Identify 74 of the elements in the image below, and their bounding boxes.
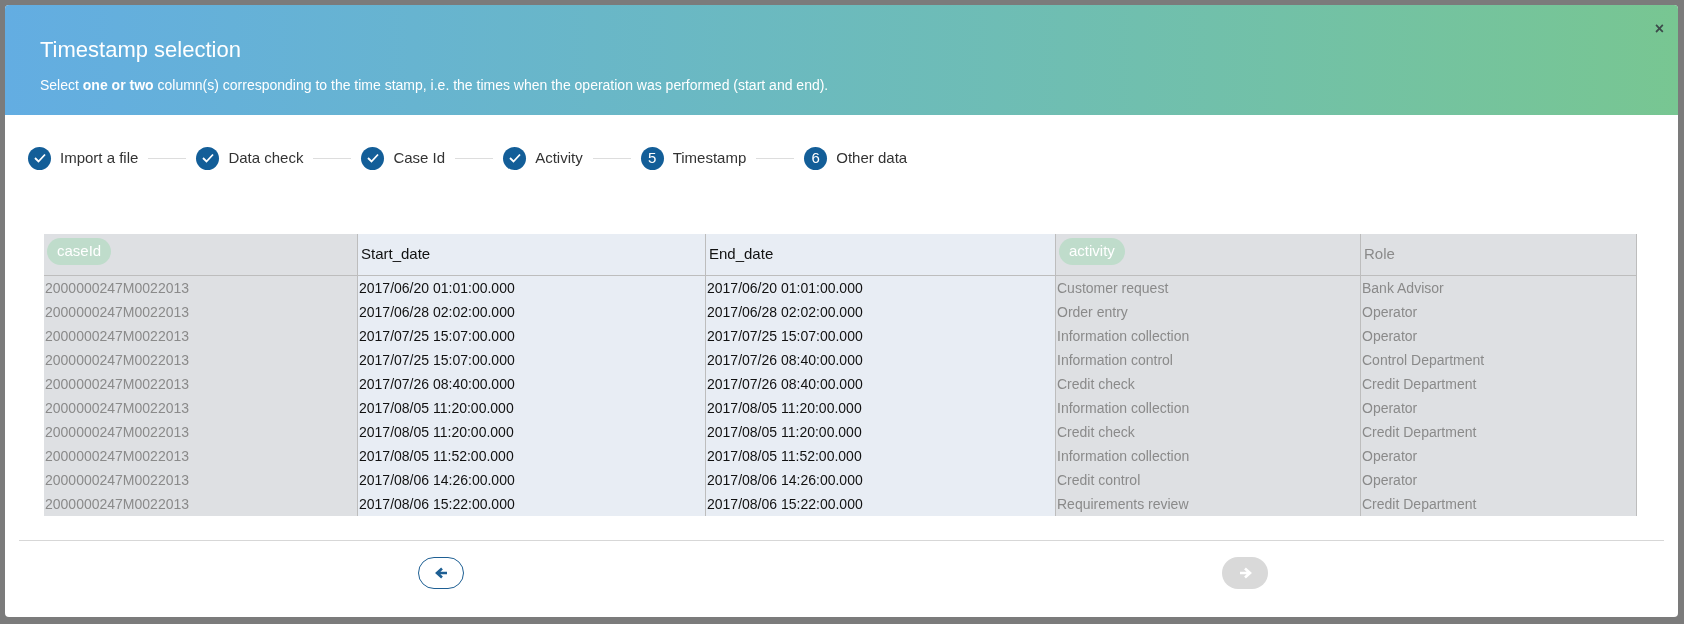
table-cell-text: 2017/06/20 01:01:00.000 — [358, 279, 516, 298]
table-cell-text: Operator — [1361, 447, 1419, 466]
table-cell-text: Credit Department — [1361, 495, 1478, 514]
table-cell-text: 2000000247M0022013 — [44, 423, 191, 442]
table-cell-text: Credit check — [1056, 375, 1136, 394]
table-cell-text: Operator — [1361, 399, 1419, 418]
table-cell-text: 2000000247M0022013 — [44, 303, 191, 322]
column-tag: activity — [1059, 238, 1125, 265]
table-cell-text: 2017/08/05 11:20:00.000 — [706, 399, 863, 418]
arrow-right-icon — [1238, 567, 1252, 579]
table-cell-text: Information control — [1056, 351, 1174, 370]
arrow-left-icon — [434, 567, 448, 579]
table-cell-text: Information collection — [1056, 399, 1191, 418]
table-column[interactable] — [706, 234, 1056, 516]
table-cell-text: 2000000247M0022013 — [44, 447, 191, 466]
table-cell-text: 2017/06/20 01:01:00.000 — [706, 279, 864, 298]
table-cell-text: 2000000247M0022013 — [44, 279, 191, 298]
table-cell-text: Bank Advisor — [1361, 279, 1445, 298]
table-cell-text: Operator — [1361, 327, 1419, 346]
column-tag: caseId — [47, 238, 112, 265]
table-cell-text: Control Department — [1361, 351, 1486, 370]
table-cell-text: 2017/08/06 15:22:00.000 — [706, 495, 864, 514]
table-cell-text: 2000000247M0022013 — [44, 495, 191, 514]
table-cell-text: 2000000247M0022013 — [44, 471, 191, 490]
table-column[interactable]: Role Bank Advisor Operator Operator Control Department Credit Department Operator Credit Department Operator Operator Credit Department — [1361, 234, 1637, 516]
table-cell-text: 2017/06/28 02:02:00.000 — [358, 303, 516, 322]
table-cell-text: Credit check — [1056, 423, 1136, 442]
table-cell-text: 2000000247M0022013 — [44, 351, 191, 370]
table-column[interactable] — [358, 234, 706, 516]
dialog-title: Timestamp selection — [40, 36, 242, 64]
step-label: Data check — [228, 147, 304, 168]
table-cell-text: 2017/08/05 11:20:00.000 — [358, 423, 515, 442]
table-cell-text: 2017/07/26 08:40:00.000 — [706, 351, 864, 370]
step-number: 6 — [804, 146, 828, 170]
step-label: Import a file — [60, 147, 139, 168]
step-label: Case Id — [393, 147, 446, 168]
table-cell-text: Credit Department — [1361, 375, 1478, 394]
table-cell-text: 2017/07/26 08:40:00.000 — [358, 375, 516, 394]
table-cell-text: 2017/08/05 11:20:00.000 — [706, 423, 863, 442]
table-cell-text: 2017/08/05 11:20:00.000 — [358, 399, 515, 418]
table-cell-text: Operator — [1361, 471, 1419, 490]
table-cell-text: 2017/07/26 08:40:00.000 — [706, 375, 864, 394]
table-column[interactable]: caseId 2000000247M0022013 2000000247M0022013 2000000247M0022013 2000000247M0022013 2000000247M0022013 2000000247M0022013 2000000247M0022013 2000000247M0022013 2000000247M0022013 2000000247M0022013 — [44, 234, 358, 516]
step-number: 5 — [640, 146, 664, 170]
close-button[interactable]: × — [1654, 21, 1664, 37]
table-column[interactable]: activity Customer request Order entry Information collection Information control Credit check Information collection Credit check Information collection Credit control Requirements review — [1056, 234, 1361, 516]
column-header: End_date — [709, 244, 774, 265]
table-cell-text: Information collection — [1056, 327, 1191, 346]
table-cell-text: 2017/07/25 15:07:00.000 — [358, 327, 516, 346]
table-cell-text: 2017/08/06 15:22:00.000 — [358, 495, 516, 514]
table-cell-text: 2017/06/28 02:02:00.000 — [706, 303, 864, 322]
table-cell-text: 2017/08/06 14:26:00.000 — [706, 471, 864, 490]
table-cell-text: 2017/08/05 11:52:00.000 — [706, 447, 863, 466]
table-cell-text: 2000000247M0022013 — [44, 327, 191, 346]
table-cell-text: 2017/08/06 14:26:00.000 — [358, 471, 516, 490]
table-cell-text: Information collection — [1056, 447, 1191, 466]
table-cell-text: 2017/08/05 11:52:00.000 — [358, 447, 515, 466]
step-label: Activity — [535, 147, 583, 168]
table-cell-text: Credit control — [1056, 471, 1142, 490]
table-cell-text: Operator — [1361, 303, 1419, 322]
table-cell-text: Order entry — [1056, 303, 1129, 322]
table-cell-text: Customer request — [1056, 279, 1170, 298]
dialog-subtitle: Select one or two column(s) corresponding to the time stamp, i.e. the times when the operation was performed (start and end). — [40, 76, 830, 95]
step-label: Timestamp — [672, 147, 747, 168]
table-cell-text: 2017/07/25 15:07:00.000 — [358, 351, 516, 370]
column-header: Role — [1364, 244, 1395, 265]
table-cell-text: 2000000247M0022013 — [44, 375, 191, 394]
column-header: Start_date — [361, 244, 431, 265]
step-label: Other data — [836, 147, 908, 168]
back-button[interactable] — [418, 557, 464, 589]
table-cell-text: 2000000247M0022013 — [44, 399, 191, 418]
table-cell-text: Credit Department — [1361, 423, 1478, 442]
table-cell-text: 2017/07/25 15:07:00.000 — [706, 327, 864, 346]
table-cell-text: Requirements review — [1056, 495, 1190, 514]
